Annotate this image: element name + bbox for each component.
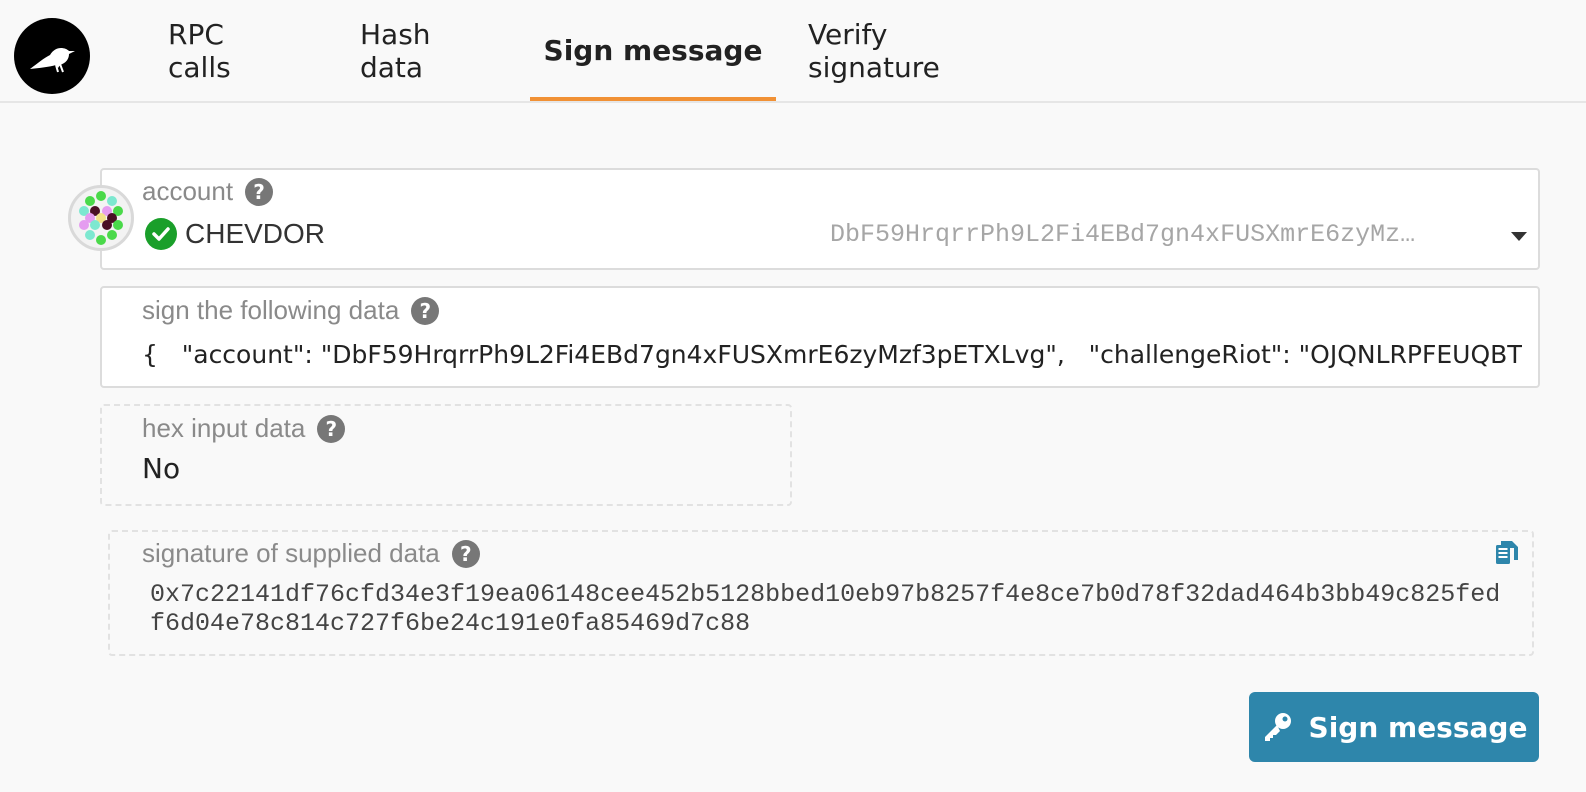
top-nav-bar: RPC calls Hash data Sign message Verify … xyxy=(0,0,1586,103)
signature-value: 0x7c22141df76cfd34e3f19ea06148cee452b512… xyxy=(150,580,1501,638)
help-icon[interactable]: ? xyxy=(411,296,440,325)
help-icon[interactable]: ? xyxy=(245,177,274,206)
sign-data-label: sign the following data ? xyxy=(142,295,440,326)
chevron-down-icon[interactable] xyxy=(1511,232,1527,241)
key-icon xyxy=(1264,713,1291,741)
account-name: CHEVDOR xyxy=(145,218,325,250)
hex-input-label: hex input data ? xyxy=(142,413,346,444)
signature-label: signature of supplied data ? xyxy=(142,538,480,569)
help-icon[interactable]: ? xyxy=(451,539,480,568)
identicon-avatar xyxy=(68,185,134,251)
copy-icon[interactable] xyxy=(1494,540,1520,566)
sign-message-button[interactable]: Sign message xyxy=(1249,692,1539,762)
help-icon[interactable]: ? xyxy=(317,414,346,443)
check-circle-icon xyxy=(145,218,177,250)
hex-input-value: No xyxy=(142,452,181,485)
raven-logo-icon[interactable] xyxy=(14,18,90,94)
active-tab-indicator xyxy=(530,97,776,101)
tab-sign-message[interactable]: Sign message xyxy=(530,0,776,101)
tab-hash-data[interactable]: Hash data xyxy=(360,0,490,101)
sign-data-value[interactable]: { "account": "DbF59HrqrrPh9L2Fi4EBd7gn4x… xyxy=(142,340,1522,374)
tab-rpc-calls[interactable]: RPC calls xyxy=(168,0,288,101)
account-label: account ? xyxy=(142,176,274,207)
sign-message-button-label: Sign message xyxy=(1308,710,1528,744)
account-name-text: CHEVDOR xyxy=(185,218,326,249)
account-address: DbF59HrqrrPh9L2Fi4EBd7gn4xFUSXmrE6zyMz… xyxy=(830,220,1416,249)
tab-verify-signature[interactable]: Verify signature xyxy=(808,0,1014,101)
